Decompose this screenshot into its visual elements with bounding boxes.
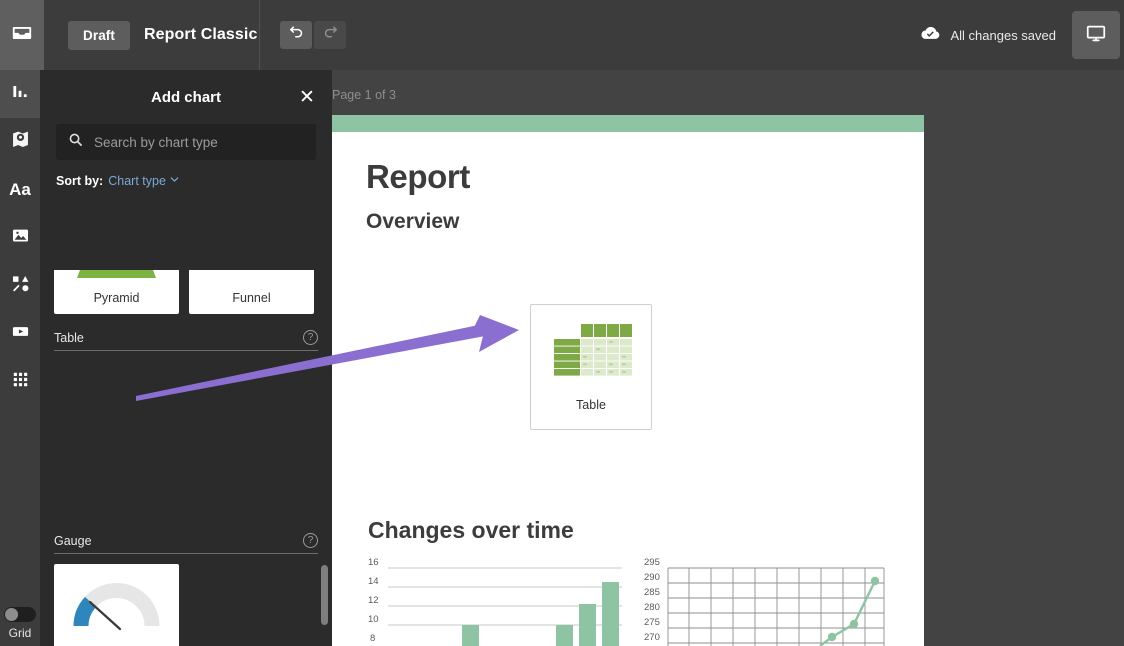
rail-item-text[interactable]: Aa [0,166,40,214]
left-icon-rail: Aa [0,70,40,646]
page-accent-band [332,115,924,132]
grid-toggle[interactable] [4,607,36,622]
svg-text:270: 270 [644,632,660,643]
video-icon [11,322,30,346]
section-body-table [40,351,332,517]
chart-thumb-pyramid-label: Pyramid [94,284,140,314]
rail-item-apps[interactable] [0,358,40,406]
top-toolbar: Draft Report Classic [0,0,1124,70]
cloud-check-icon [920,25,941,45]
chart-thumb-gauge[interactable]: Gauge [54,564,179,646]
history-tools [261,0,348,70]
page-title: Report [366,158,888,196]
help-circle-icon[interactable]: ? [303,533,318,548]
panel-scrollbar[interactable] [321,565,328,625]
sort-by-label: Sort by: [56,174,103,188]
home-inbox-button[interactable] [0,0,44,70]
chart-thumb-pyramid[interactable]: Pyramid [54,270,179,314]
sort-row: Sort by: Chart type [40,160,332,196]
chart-thumb-funnel[interactable]: Funnel [189,270,314,314]
search-input[interactable] [94,135,304,150]
panel-header: Add chart ✕ [40,70,332,124]
app-root: Draft Report Classic [0,0,1124,646]
document-identity-group: Draft Report Classic [44,0,260,70]
save-status: All changes saved [920,25,1056,45]
gauge-thumb-row: Gauge [40,564,332,646]
shapes-icon [11,274,30,298]
search-box[interactable] [56,124,316,160]
text-icon: Aa [9,180,31,200]
rail-item-map[interactable] [0,118,40,166]
bar-chart-widget[interactable]: 16 14 12 10 8 [366,552,626,646]
svg-text:285: 285 [644,587,660,598]
rail-item-chart[interactable] [0,70,40,118]
chart-thumb-row: Pyramid Funnel [40,270,332,314]
chart-thumb-funnel-label: Funnel [232,284,270,314]
chart-thumb-gauge-label: Gauge [98,642,136,646]
topbar-right-group: All changes saved [920,0,1124,70]
grid-toggle-knob [5,608,18,621]
svg-text:280: 280 [644,602,660,613]
present-button[interactable] [1072,11,1120,59]
svg-text:12: 12 [368,595,379,606]
table-chart-card-label: Table [576,398,606,412]
svg-text:295: 295 [644,557,660,568]
sort-by-value-button[interactable]: Chart type [108,174,180,188]
chart-icon [11,82,30,106]
section-changes-over-time-title: Changes over time [368,517,574,544]
gauge-icon [54,564,179,642]
svg-text:8: 8 [370,633,375,644]
help-circle-icon[interactable]: ? [303,330,318,345]
section-header-gauge: Gauge ? [40,517,332,548]
redo-button[interactable] [314,21,346,49]
panel-title: Add chart [151,89,221,106]
svg-text:16: 16 [368,557,379,568]
inbox-icon [11,22,33,49]
svg-text:275: 275 [644,617,660,628]
svg-text:290: 290 [644,572,660,583]
add-chart-panel: Add chart ✕ Sort by: Chart type [40,70,332,646]
report-canvas: Page 1 of 3 Report Overview [332,70,1124,646]
svg-text:10: 10 [368,614,379,625]
grid-toggle-label: Grid [9,626,32,640]
grid-toggle-group: Grid [0,607,40,640]
redo-icon [322,24,339,46]
grid-apps-icon [11,370,30,394]
section-title-table: Table [54,331,84,345]
table-chart-card[interactable]: Table [530,304,652,430]
rail-item-shapes[interactable] [0,262,40,310]
rail-item-image[interactable] [0,214,40,262]
save-status-text: All changes saved [950,28,1056,43]
section-title-gauge: Gauge [54,534,92,548]
sort-by-value-text: Chart type [108,174,166,188]
funnel-icon [189,270,314,284]
page-subtitle: Overview [366,210,888,234]
document-title[interactable]: Report Classic [144,26,257,44]
close-icon[interactable]: ✕ [296,86,318,108]
search-icon [68,132,83,152]
page-body: Report Overview [332,132,924,234]
chart-type-list[interactable]: Pyramid Funnel Table [40,270,332,646]
undo-button[interactable] [280,21,312,49]
page-indicator: Page 1 of 3 [332,88,396,102]
section-header-table: Table ? [40,314,332,345]
rail-item-video[interactable] [0,310,40,358]
section-rule-gauge [54,553,318,554]
line-chart-widget[interactable]: 295 290 285 280 275 270 [644,552,888,646]
undo-icon [288,24,305,46]
svg-text:14: 14 [368,576,379,587]
pyramid-icon [54,270,179,284]
present-monitor-icon [1085,22,1107,49]
image-icon [11,226,30,250]
map-pin-icon [11,130,30,154]
table-thumbnail-icon [549,322,633,384]
chevron-down-icon [169,174,180,188]
draft-badge[interactable]: Draft [68,21,130,50]
search-row [40,124,332,160]
